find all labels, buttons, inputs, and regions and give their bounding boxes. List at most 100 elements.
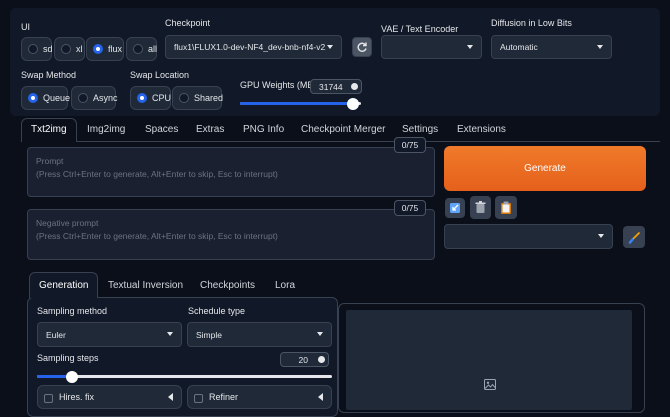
edit-styles-button[interactable]	[623, 226, 645, 248]
subtab-textual-inversion[interactable]: Textual Inversion	[108, 280, 183, 291]
subtab-lora[interactable]: Lora	[275, 280, 295, 291]
swap-location-option-label: CPU	[152, 93, 172, 103]
sampling-method-select[interactable]: Euler	[37, 322, 182, 347]
radio-icon	[78, 93, 88, 103]
swap-method-queue[interactable]: Queue	[21, 86, 71, 110]
checkpoint-value: flux1\FLUX1.0-dev-NF4_dev-bnb-nf4-v2.sa	[174, 42, 326, 52]
arrow-diagonal-icon	[450, 203, 460, 213]
ui-option-flux[interactable]: flux	[86, 37, 124, 61]
chevron-down-icon	[597, 45, 603, 49]
swap-method-label: Swap Method	[21, 70, 77, 80]
swap-method-option-label: Async	[93, 93, 118, 103]
schedule-type-label: Schedule type	[188, 306, 246, 316]
subtab-generation[interactable]: Generation	[39, 280, 88, 291]
hires-fix-label: Hires. fix	[59, 392, 95, 402]
tab-png-info[interactable]: PNG Info	[243, 124, 284, 135]
generate-label: Generate	[524, 163, 566, 174]
refiner-accordion[interactable]: Refiner	[187, 385, 332, 409]
swap-location-cpu[interactable]: CPU	[130, 86, 171, 110]
hires-fix-checkbox[interactable]	[44, 394, 53, 403]
radio-icon	[133, 44, 143, 54]
radio-icon	[179, 93, 189, 103]
swap-method-async[interactable]: Async	[71, 86, 118, 110]
sampling-steps-input[interactable]: 20	[280, 352, 329, 367]
swap-location-label: Swap Location	[130, 70, 190, 80]
radio-selected-icon	[93, 44, 103, 54]
hires-fix-accordion[interactable]: Hires. fix	[37, 385, 182, 409]
ui-label: UI	[21, 22, 30, 32]
clear-prompt-button[interactable]	[470, 196, 491, 219]
ui-option-label: xl	[76, 44, 83, 54]
tab-extensions[interactable]: Extensions	[457, 124, 506, 135]
radio-icon	[61, 44, 71, 54]
radio-selected-icon	[28, 93, 38, 103]
tab-img2img[interactable]: Img2img	[87, 124, 125, 135]
chevron-down-icon	[327, 45, 333, 49]
sampling-steps-slider-thumb[interactable]	[66, 371, 78, 383]
diffusion-value: Automatic	[500, 42, 538, 52]
clipboard-icon	[501, 201, 511, 214]
prompt-label: Prompt	[36, 156, 64, 166]
sampling-steps-track[interactable]	[37, 375, 332, 378]
vae-select[interactable]	[381, 35, 482, 59]
paste-style-button[interactable]	[495, 196, 517, 219]
prompt-textarea[interactable]: Prompt (Press Ctrl+Enter to generate, Al…	[27, 147, 435, 197]
swap-location-option-label: Shared	[194, 93, 224, 103]
refresh-icon	[357, 42, 367, 52]
output-image-area	[346, 310, 632, 410]
ui-option-sd[interactable]: sd	[21, 37, 53, 61]
sampling-method-label: Sampling method	[37, 306, 108, 316]
negative-prompt-label: Negative prompt	[36, 218, 99, 228]
chevron-down-icon	[317, 332, 323, 336]
ui-option-xl[interactable]: xl	[54, 37, 85, 61]
negative-prompt-textarea[interactable]: Negative prompt (Press Ctrl+Enter to gen…	[27, 209, 435, 260]
negative-prompt-token-counter: 0/75	[394, 200, 426, 216]
sampling-steps-label: Sampling steps	[37, 353, 99, 363]
schedule-type-select[interactable]: Simple	[187, 322, 332, 347]
ui-option-all[interactable]: all	[126, 37, 157, 61]
tab-checkpoint-merger[interactable]: Checkpoint Merger	[301, 124, 385, 135]
tab-extras[interactable]: Extras	[196, 124, 224, 135]
sampling-method-value: Euler	[46, 329, 66, 340]
styles-select[interactable]	[444, 224, 613, 249]
schedule-type-value: Simple	[196, 329, 222, 340]
gpu-weights-input[interactable]: 31744	[310, 79, 362, 94]
chevron-down-icon	[598, 234, 604, 238]
refiner-label: Refiner	[209, 392, 239, 402]
gpu-weights-label: GPU Weights (MB)	[240, 80, 317, 90]
spinner-icon[interactable]	[318, 356, 325, 363]
prompt-placeholder: (Press Ctrl+Enter to generate, Alt+Enter…	[36, 169, 278, 179]
refresh-checkpoint-button[interactable]	[352, 37, 372, 57]
vae-label: VAE / Text Encoder	[381, 24, 459, 34]
radio-icon	[28, 44, 38, 54]
diffusion-label: Diffusion in Low Bits	[491, 18, 572, 28]
diffusion-select[interactable]: Automatic	[491, 35, 612, 59]
chevron-down-icon	[467, 45, 473, 49]
subtab-checkpoints[interactable]: Checkpoints	[200, 280, 255, 291]
paintbrush-icon	[628, 231, 640, 244]
chevron-down-icon	[167, 332, 173, 336]
swap-location-shared[interactable]: Shared	[172, 86, 224, 110]
tab-settings[interactable]: Settings	[402, 124, 438, 135]
ui-option-label: flux	[108, 44, 123, 54]
gpu-weights-slider-thumb[interactable]	[347, 98, 359, 110]
negative-prompt-placeholder: (Press Ctrl+Enter to generate, Alt+Enter…	[36, 231, 278, 241]
ui-option-label: sd	[43, 44, 53, 54]
radio-selected-icon	[137, 93, 147, 103]
generate-button[interactable]: Generate	[444, 146, 646, 191]
tab-spaces[interactable]: Spaces	[145, 124, 178, 135]
image-placeholder-icon	[484, 379, 496, 392]
swap-method-option-label: Queue	[43, 93, 71, 103]
gpu-weights-value: 31744	[319, 81, 343, 92]
sampling-steps-value: 20	[298, 354, 308, 365]
checkpoint-label: Checkpoint	[165, 18, 211, 28]
tab-txt2img[interactable]: Txt2img	[31, 124, 67, 135]
read-params-button[interactable]	[445, 198, 465, 218]
checkpoint-select[interactable]: flux1\FLUX1.0-dev-NF4_dev-bnb-nf4-v2.sa	[165, 35, 342, 59]
spinner-icon[interactable]	[351, 83, 358, 90]
tab-bar-divider	[77, 141, 660, 142]
trash-icon	[475, 201, 486, 213]
gpu-weights-fill	[240, 102, 353, 105]
refiner-checkbox[interactable]	[194, 394, 203, 403]
ui-option-label: all	[148, 44, 158, 54]
